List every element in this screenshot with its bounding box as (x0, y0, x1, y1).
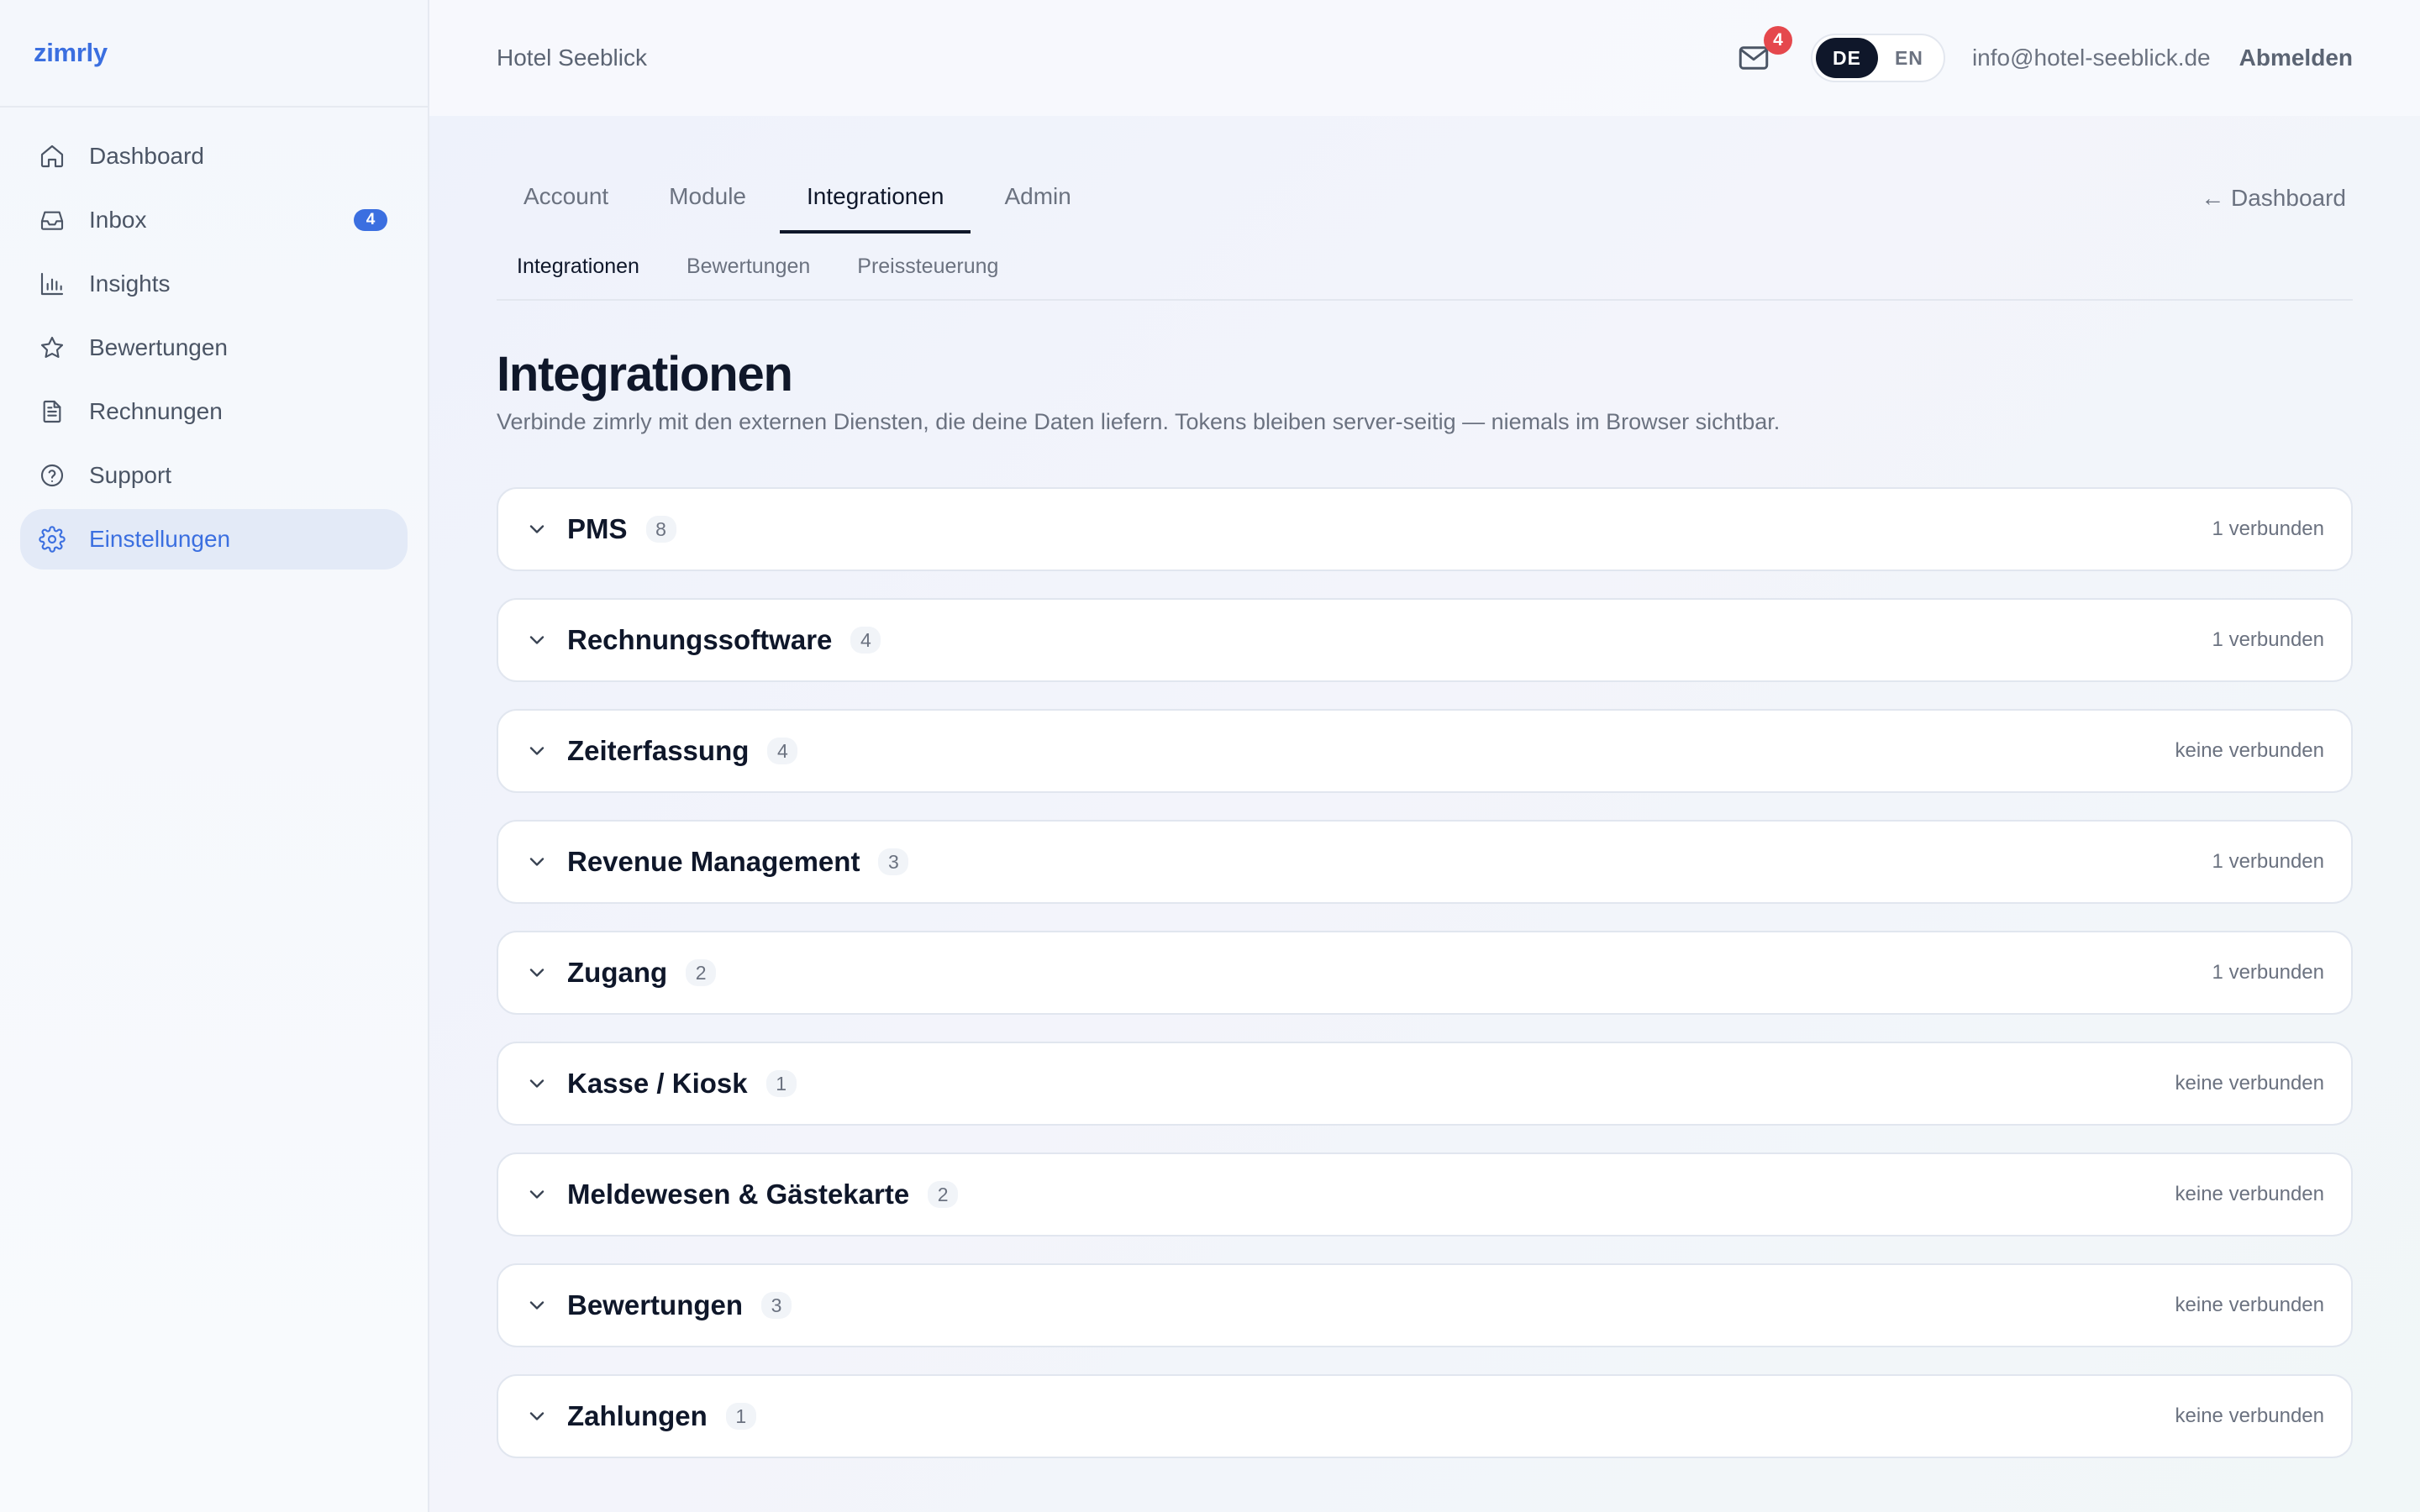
integration-group-pms[interactable]: PMS 8 1 verbunden (497, 487, 2353, 571)
subtab-integrationen[interactable]: Integrationen (517, 255, 639, 279)
sidebar-item-bewertungen[interactable]: Bewertungen (20, 318, 408, 378)
page-title: Integrationen (497, 347, 793, 402)
back-to-dashboard-link[interactable]: ← Dashboard (2201, 185, 2346, 212)
chevron-down-icon (529, 636, 544, 644)
sidebar-item-insights[interactable]: Insights (20, 254, 408, 314)
document-icon (43, 400, 61, 423)
account-email: info@hotel-seeblick.de (1971, 45, 2211, 71)
subtab-preissteuerung[interactable]: Preissteuerung (857, 255, 998, 279)
topbar: Hotel Seeblick 4 DE EN info@hotel-seebli… (429, 0, 2420, 116)
group-status: 1 verbunden (2212, 517, 2324, 540)
integration-group-meldewesen[interactable]: Meldewesen & Gästekarte 2 keine verbunde… (497, 1152, 2353, 1236)
main-area: Hotel Seeblick 4 DE EN info@hotel-seebli… (429, 0, 2420, 1512)
integration-group-bewertungen[interactable]: Bewertungen 3 keine verbunden (497, 1263, 2353, 1347)
group-status: 1 verbunden (2212, 850, 2324, 873)
group-count: 3 (761, 1292, 792, 1319)
chevron-down-icon (529, 1301, 544, 1310)
sidebar-nav: Dashboard Inbox 4 Insights Bewertungen R… (0, 108, 428, 570)
sidebar-item-label: Support (89, 462, 172, 488)
chevron-down-icon (529, 747, 544, 755)
group-count: 4 (767, 738, 798, 764)
group-name: Zahlungen (567, 1400, 708, 1431)
group-name: Meldewesen & Gästekarte (567, 1179, 910, 1210)
group-count: 1 (725, 1403, 756, 1430)
bar-chart-icon (40, 272, 64, 296)
sidebar: zimrly Dashboard Inbox 4 Insights Bewert… (0, 0, 429, 1512)
integration-groups: PMS 8 1 verbunden Rechnungssoftware 4 1 … (497, 487, 2353, 1458)
home-icon (40, 144, 64, 168)
group-status: 1 verbunden (2212, 961, 2324, 984)
language-toggle: DE EN (1810, 34, 1945, 82)
integration-group-kasse-kiosk[interactable]: Kasse / Kiosk 1 keine verbunden (497, 1042, 2353, 1126)
integration-group-zeiterfassung[interactable]: Zeiterfassung 4 keine verbunden (497, 709, 2353, 793)
group-name: Zugang (567, 957, 668, 988)
group-count: 3 (878, 848, 909, 875)
page-description: Verbinde zimrly mit den externen Dienste… (497, 409, 1781, 434)
sidebar-item-label: Insights (89, 270, 171, 297)
integration-group-revenue-management[interactable]: Revenue Management 3 1 verbunden (497, 820, 2353, 904)
inbox-button[interactable]: 4 (1733, 26, 1792, 78)
sidebar-item-dashboard[interactable]: Dashboard (20, 126, 408, 186)
help-circle-icon (40, 464, 64, 487)
sidebar-item-support[interactable]: Support (20, 445, 408, 506)
group-count: 1 (765, 1070, 797, 1097)
group-status: keine verbunden (2175, 1294, 2324, 1316)
brand-logo[interactable]: zimrly (0, 0, 428, 108)
settings-tabs: Account Module Integrationen Admin ← Das… (497, 116, 2353, 234)
group-count: 2 (686, 959, 717, 986)
group-name: PMS (567, 513, 628, 544)
group-name: Bewertungen (567, 1289, 744, 1320)
lang-de-button[interactable]: DE (1815, 38, 1878, 78)
chevron-down-icon (529, 969, 544, 977)
lang-en-button[interactable]: EN (1878, 38, 1940, 78)
integration-group-zugang[interactable]: Zugang 2 1 verbunden (497, 931, 2353, 1015)
sidebar-item-einstellungen[interactable]: Einstellungen (20, 509, 408, 570)
tab-admin[interactable]: Admin (977, 183, 1097, 234)
sidebar-item-rechnungen[interactable]: Rechnungen (20, 381, 408, 442)
group-status: keine verbunden (2175, 1072, 2324, 1095)
chevron-down-icon (529, 525, 544, 533)
sidebar-item-label: Inbox (89, 207, 147, 233)
group-count: 2 (928, 1181, 959, 1208)
inbox-icon (40, 211, 64, 230)
group-name: Rechnungssoftware (567, 624, 833, 655)
settings-subtabs: Integrationen Bewertungen Preissteuerung (497, 234, 2353, 301)
logout-button[interactable]: Abmelden (2239, 45, 2353, 71)
group-status: keine verbunden (2175, 1404, 2324, 1427)
integration-group-rechnungssoftware[interactable]: Rechnungssoftware 4 1 verbunden (497, 598, 2353, 682)
group-name: Kasse / Kiosk (567, 1068, 748, 1099)
group-name: Revenue Management (567, 846, 860, 877)
group-status: 1 verbunden (2212, 628, 2324, 651)
gear-icon (39, 526, 66, 553)
group-count: 8 (645, 516, 676, 543)
group-count: 4 (850, 627, 881, 654)
app-root: zimrly Dashboard Inbox 4 Insights Bewert… (0, 0, 2420, 1512)
chevron-down-icon (529, 858, 544, 866)
sidebar-item-label: Einstellungen (89, 526, 231, 552)
sidebar-item-label: Bewertungen (89, 334, 229, 360)
chevron-down-icon (529, 1190, 544, 1199)
chevron-down-icon (529, 1412, 544, 1420)
tab-module[interactable]: Module (642, 183, 773, 234)
mail-count-badge: 4 (1763, 26, 1792, 55)
group-status: keine verbunden (2175, 739, 2324, 762)
sidebar-item-label: Rechnungen (89, 398, 223, 424)
sidebar-item-label: Dashboard (89, 143, 204, 169)
chevron-down-icon (529, 1079, 544, 1088)
tab-integrationen[interactable]: Integrationen (780, 183, 971, 234)
star-icon (40, 336, 64, 358)
hotel-name: Hotel Seeblick (497, 45, 647, 71)
subtab-bewertungen[interactable]: Bewertungen (687, 255, 810, 279)
sidebar-item-inbox[interactable]: Inbox 4 (20, 190, 408, 250)
inbox-count-badge: 4 (354, 209, 387, 231)
integration-group-zahlungen[interactable]: Zahlungen 1 keine verbunden (497, 1374, 2353, 1458)
tab-account[interactable]: Account (497, 183, 635, 234)
group-status: keine verbunden (2175, 1183, 2324, 1205)
group-name: Zeiterfassung (567, 735, 750, 766)
settings-content: Account Module Integrationen Admin ← Das… (429, 116, 2420, 1458)
